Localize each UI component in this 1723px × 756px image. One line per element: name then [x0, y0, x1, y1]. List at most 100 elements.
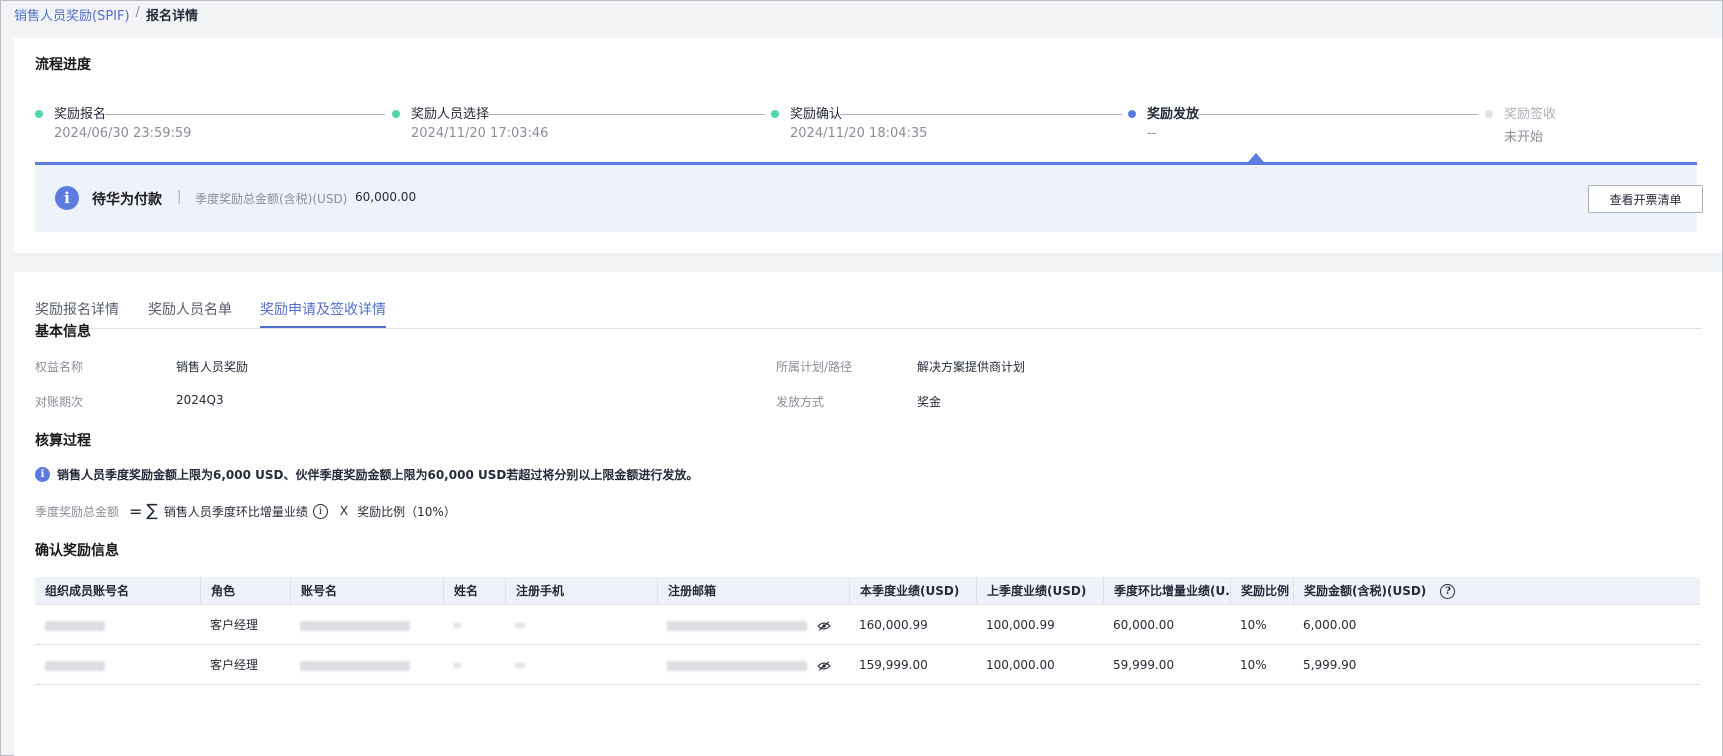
status-title: 待华为付款: [92, 192, 162, 208]
step-label: 奖励人员选择: [411, 107, 490, 122]
col-name: 姓名: [443, 577, 505, 605]
step-time: --: [1147, 126, 1157, 141]
col-reward-amount: 奖励金额(含税)(USD) ?: [1293, 577, 1700, 605]
breadcrumb-separator: /: [135, 5, 140, 20]
cell-email: [657, 645, 831, 685]
progress-title: 流程进度: [35, 57, 91, 73]
col-email: 注册邮箱: [657, 577, 849, 605]
calc-notice: i 销售人员季度奖励金额上限为6,000 USD、伙伴季度奖励金额上限为60,0…: [35, 466, 698, 483]
period-label: 对账期次: [35, 395, 84, 409]
hide-eye-icon[interactable]: [817, 660, 831, 671]
cell-increment: 60,000.00: [1113, 618, 1175, 632]
tab-application-receipt[interactable]: 奖励申请及签收详情: [260, 299, 386, 328]
formula-times: X: [339, 504, 349, 518]
cell-org-account: [35, 645, 105, 685]
formula-sum: ∑: [146, 501, 158, 521]
cell-previous: 100,000.99: [986, 618, 1055, 632]
period-value: 2024Q3: [176, 393, 224, 407]
hide-eye-icon[interactable]: [817, 620, 831, 631]
status-pointer: [1248, 153, 1264, 162]
formula-term: 销售人员季度环比增量业绩: [163, 504, 308, 519]
col-current-quarter: 本季度业绩(USD): [849, 577, 976, 605]
table-row: 客户经理 159,999.00 100,000.00 59,999.00 10%…: [35, 645, 1700, 685]
status-separator: |: [177, 189, 182, 204]
step-time: 2024/11/20 18:04:35: [790, 126, 928, 141]
amount-value: 60,000.00: [355, 190, 417, 204]
col-role: 角色: [200, 577, 290, 605]
confirm-title: 确认奖励信息: [35, 543, 119, 559]
step-connector: [840, 114, 1122, 115]
calc-title: 核算过程: [35, 433, 91, 449]
help-icon[interactable]: ?: [1440, 584, 1456, 599]
step-time: 未开始: [1504, 130, 1544, 145]
cell-current: 159,999.00: [859, 658, 928, 672]
view-invoice-list-button[interactable]: 查看开票清单: [1588, 185, 1703, 213]
benefit-name-value: 销售人员奖励: [176, 360, 249, 374]
step-dot: [1485, 110, 1493, 118]
step-connector: [485, 114, 765, 115]
payout-label: 发放方式: [776, 395, 825, 409]
table-header: 组织成员账号名 角色 账号名 姓名 注册手机 注册邮箱 本季度业绩(USD) 上…: [35, 577, 1700, 605]
formula-label: 季度奖励总金额: [35, 504, 120, 519]
step-time: 2024/06/30 23:59:59: [54, 126, 192, 141]
cell-amount: 5,999.90: [1303, 658, 1357, 672]
tab-staff-list[interactable]: 奖励人员名单: [148, 299, 232, 326]
cell-amount: 6,000.00: [1303, 618, 1357, 632]
status-bar: i 待华为付款 | 季度奖励总金额(含税)(USD) 60,000.00 查看开…: [35, 162, 1703, 232]
step-dot: [1128, 110, 1136, 118]
tab-bar: 奖励报名详情 奖励人员名单 奖励申请及签收详情: [35, 272, 1702, 329]
step-label: 奖励签收: [1504, 107, 1557, 122]
cell-ratio: 10%: [1240, 618, 1267, 632]
col-previous-quarter: 上季度业绩(USD): [976, 577, 1103, 605]
cell-role: 客户经理: [210, 658, 259, 672]
cell-email: [657, 605, 831, 645]
calc-notice-text: 销售人员季度奖励金额上限为6,000 USD、伙伴季度奖励金额上限为60,000…: [57, 468, 699, 482]
amount-label: 季度奖励总金额(含税)(USD): [195, 192, 348, 206]
col-reward-amount-label: 奖励金额(含税)(USD): [1304, 584, 1427, 598]
formula-ratio: 奖励比例（10%）: [357, 504, 456, 519]
breadcrumb-parent-link[interactable]: 销售人员奖励(SPIF): [14, 5, 130, 24]
plan-value: 解决方案提供商计划: [917, 360, 1026, 374]
cell-name: [443, 605, 461, 645]
cell-account-name: [290, 645, 410, 685]
col-org-account: 组织成员账号名: [45, 584, 130, 598]
cell-role: 客户经理: [210, 618, 259, 632]
step-dot: [35, 110, 43, 118]
col-phone: 注册手机: [505, 577, 657, 605]
col-increment: 季度环比增量业绩(U...: [1103, 577, 1230, 605]
info-icon: i: [55, 186, 79, 210]
cell-ratio: 10%: [1240, 658, 1267, 672]
step-label: 奖励发放: [1147, 107, 1200, 122]
breadcrumb: 销售人员奖励(SPIF) / 报名详情: [14, 5, 198, 24]
step-dot: [392, 110, 400, 118]
basic-info-title: 基本信息: [35, 324, 91, 340]
cell-phone: [505, 605, 525, 645]
col-account-name: 账号名: [290, 577, 443, 605]
step-connector: [1198, 114, 1478, 115]
reward-table: 组织成员账号名 角色 账号名 姓名 注册手机 注册邮箱 本季度业绩(USD) 上…: [35, 577, 1700, 685]
table-row: 客户经理 160,000.99 100,000.99 60,000.00 10%…: [35, 605, 1700, 645]
col-ratio: 奖励比例: [1230, 577, 1293, 605]
benefit-name-label: 权益名称: [35, 360, 84, 374]
plan-label: 所属计划/路径: [776, 360, 853, 374]
payout-value: 奖金: [917, 395, 942, 409]
step-connector: [105, 114, 385, 115]
formula-equals: =: [129, 501, 143, 521]
cell-org-account: [35, 605, 105, 645]
cell-name: [443, 645, 461, 685]
step-label: 奖励报名: [54, 107, 107, 122]
cell-current: 160,000.99: [859, 618, 928, 632]
info-icon: i: [35, 467, 50, 482]
cell-previous: 100,000.00: [986, 658, 1055, 672]
cell-increment: 59,999.00: [1113, 658, 1175, 672]
detail-card: 奖励报名详情 奖励人员名单 奖励申请及签收详情 基本信息 权益名称 销售人员奖励…: [14, 272, 1722, 756]
cell-phone: [505, 645, 525, 685]
step-dot: [771, 110, 779, 118]
calc-formula: 季度奖励总金额 = ∑ 销售人员季度环比增量业绩 i X 奖励比例（10%）: [35, 501, 456, 521]
cell-account-name: [290, 605, 410, 645]
step-label: 奖励确认: [790, 107, 843, 122]
progress-card: 流程进度 奖励报名 2024/06/30 23:59:59 奖励人员选择 202…: [14, 38, 1722, 253]
breadcrumb-current: 报名详情: [145, 9, 198, 24]
info-outline-icon[interactable]: i: [312, 503, 328, 519]
step-time: 2024/11/20 17:03:46: [411, 126, 549, 141]
